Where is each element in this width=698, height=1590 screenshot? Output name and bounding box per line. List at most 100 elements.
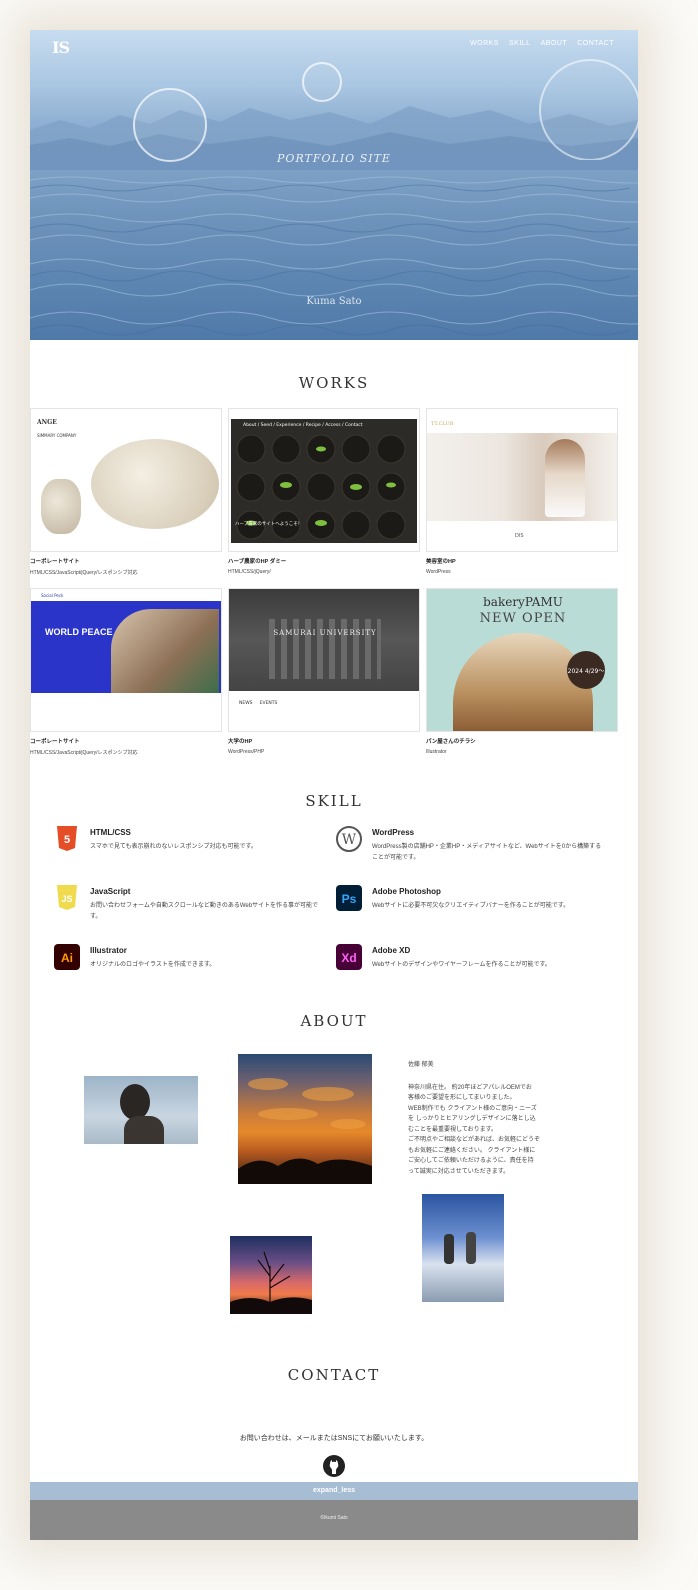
main-nav: WORKS SKILL ABOUT CONTACT <box>470 40 614 47</box>
skill-title: SKILL <box>305 792 363 810</box>
about-line: 神奈川県在住。 約20年ほどアパレルOEMでお <box>408 1084 532 1091</box>
skill-name: JavaScript <box>90 887 131 896</box>
page: IS WORKS SKILL ABOUT CONTACT PORTFOLIO S… <box>30 30 638 1540</box>
work-title: パン屋さんのチラシ <box>426 739 476 745</box>
thumb-logo: ANGE <box>37 419 57 426</box>
work-thumbnail[interactable]: bakeryPAMU NEW OPEN 2024 4/29〜 <box>426 588 618 732</box>
svg-text:JS: JS <box>61 894 72 904</box>
svg-text:Xd: Xd <box>341 951 356 965</box>
work-card[interactable]: About / Seed / Experience / Recipe / Acc… <box>228 408 420 575</box>
family-photo <box>422 1194 504 1302</box>
thumb-heading: SAMURAI UNIVERSITY <box>273 629 377 637</box>
html5-icon: 5 <box>54 826 80 852</box>
about-line: 客様のご要望を形にしてまいりました。 <box>408 1095 516 1101</box>
people-image <box>111 609 219 693</box>
thumb-brand: DIS <box>515 533 524 539</box>
work-thumbnail[interactable]: About / Seed / Experience / Recipe / Acc… <box>228 408 420 552</box>
about-line: ご不明点やご相談などがあれば、お気軽にどうぞ <box>408 1137 541 1143</box>
work-tech: HTML/CSS/JavaScript/jQuery/レスポンシブ対応 <box>30 750 138 756</box>
footer: ©Ikumi Sato <box>30 1500 638 1540</box>
hero-water <box>30 176 638 336</box>
skill-description: お問い合わせフォームや自動スクロールなど動きのあるWebサイトを作る事が可能です… <box>90 903 319 920</box>
person-body <box>124 1116 164 1144</box>
sunset-clouds <box>238 1078 372 1184</box>
work-thumbnail[interactable]: TT.CLUB DIS <box>426 408 618 552</box>
skill-name: Illustrator <box>90 946 127 955</box>
nav-works[interactable]: WORKS <box>470 40 499 47</box>
wordpress-icon: W <box>336 826 362 852</box>
model-image <box>427 433 617 521</box>
skill-name: HTML/CSS <box>90 828 131 837</box>
skill-description: Webサイトに必要不可欠なクリエイティブバナーを作ることが可能です。 <box>372 903 570 909</box>
thumb-heading: WORLD PEACE <box>45 627 113 637</box>
xd-icon: Xd <box>336 944 362 970</box>
work-tech: WordPress/PHP <box>228 749 265 755</box>
work-title: ハーブ農家のHP ダミー <box>228 559 287 565</box>
person-figure <box>444 1234 454 1264</box>
contact-text: お問い合わせは、メールまたはSNSにてお願いいたします。 <box>239 1435 429 1442</box>
svg-text:W: W <box>342 832 357 848</box>
nav-skill[interactable]: SKILL <box>509 40 531 47</box>
work-tech: HTML/CSS/JavaScript/jQuery/レスポンシブ対応 <box>30 570 138 576</box>
skill-description: Webサイトのデザインやワイヤーフレームを作ることが可能です。 <box>372 962 551 968</box>
svg-text:5: 5 <box>64 834 70 846</box>
contact-title: CONTACT <box>287 1366 381 1384</box>
work-thumbnail[interactable]: ANGE SIMMARY COMPANY <box>30 408 222 552</box>
date-badge: 2024 4/29〜 <box>567 651 605 689</box>
profile-photo <box>84 1076 198 1144</box>
hero-banner <box>31 601 221 693</box>
about-line: もお気軽にご連絡ください。 クライアント様に <box>408 1147 536 1154</box>
hero-title: PORTFOLIO SITE <box>277 152 391 165</box>
nav-about[interactable]: ABOUT <box>541 40 568 47</box>
building-facade <box>269 619 381 679</box>
work-card[interactable]: ANGE SIMMARY COMPANY コーポレートサイト HTML/CSS/… <box>30 408 222 576</box>
work-card[interactable]: Social Peck WORLD PEACE コーポレートサイト HTML/C… <box>30 588 222 756</box>
skill-description: WordPress製の店舗HP・企業HP・メディアサイトなど、Webサイトを0か… <box>372 844 602 861</box>
back-to-top-button[interactable]: expand_less <box>30 1482 638 1500</box>
hero: IS WORKS SKILL ABOUT CONTACT PORTFOLIO S… <box>30 30 638 340</box>
copyright: ©Ikumi Sato <box>320 1515 348 1521</box>
github-icon[interactable] <box>323 1455 345 1477</box>
skill-description: オリジナルのロゴやイラストを作成できます。 <box>90 962 216 968</box>
about-line: むことを最重要視しております。 <box>408 1126 498 1133</box>
work-title: 美容室のHP <box>426 559 456 565</box>
person-head <box>120 1084 150 1120</box>
bubble-icon <box>539 59 638 160</box>
sunset-photo <box>238 1054 372 1184</box>
tree-silhouette <box>230 1251 312 1314</box>
about-text: 佐藤 郁美 神奈川県在住。 約20年ほどアパレルOEMでお 客様のご要望を形にし… <box>408 1060 548 1177</box>
site-logo[interactable]: IS <box>52 38 70 57</box>
thumb-subheading: NEW OPEN <box>479 611 567 626</box>
person-figure <box>466 1232 476 1264</box>
about-title: ABOUT <box>300 1012 368 1030</box>
bubble-icon <box>302 62 342 102</box>
nav-contact[interactable]: CONTACT <box>577 40 614 47</box>
thumb-caption: ハーブ農家のサイトへようこそ！ <box>235 522 303 527</box>
knit-image <box>41 479 81 534</box>
work-title: コーポレートサイト <box>30 739 80 745</box>
work-card[interactable]: bakeryPAMU NEW OPEN 2024 4/29〜 パン屋さんのチラシ… <box>426 588 618 755</box>
about-line: ご安心してご依頼いただけるように、責任を持 <box>408 1158 534 1164</box>
about-line: を しっかりとヒアリングしデザインに落とし込 <box>408 1116 536 1122</box>
about-line: って誠実に対応させていただきます。 <box>408 1168 510 1175</box>
hero-subtitle: Kuma Sato <box>306 296 362 307</box>
work-tech: Illustrator <box>426 749 447 755</box>
work-thumbnail[interactable]: SAMURAI UNIVERSITY NEWS EVENTS <box>228 588 420 732</box>
dusk-photo <box>230 1236 312 1314</box>
work-thumbnail[interactable]: Social Peck WORLD PEACE <box>30 588 222 732</box>
thumb-company: SIMMARY COMPANY <box>37 433 77 438</box>
illustrator-icon: Ai <box>54 944 80 970</box>
work-card[interactable]: TT.CLUB DIS 美容室のHP WordPress <box>426 408 618 575</box>
skill-description: スマホで見ても表示崩れのないレスポンシブ対応も可能です。 <box>90 844 257 850</box>
thumb-logo: TT.CLUB <box>431 421 454 427</box>
work-tech: WordPress <box>426 569 451 575</box>
work-tech: HTML/CSS/jQuery/ <box>228 569 271 575</box>
thumb-nav: About / Seed / Experience / Recipe / Acc… <box>243 423 363 428</box>
work-card[interactable]: SAMURAI UNIVERSITY NEWS EVENTS 大学のHP Wor… <box>228 588 420 755</box>
thumb-logo: Social Peck <box>41 593 64 598</box>
javascript-icon: JS <box>54 885 80 911</box>
work-title: 大学のHP <box>228 739 253 745</box>
about-line: WEB制作でも クライアント様のご意向・ニーズ <box>408 1105 537 1112</box>
works-title: WORKS <box>298 374 370 392</box>
campus-image <box>229 589 419 691</box>
